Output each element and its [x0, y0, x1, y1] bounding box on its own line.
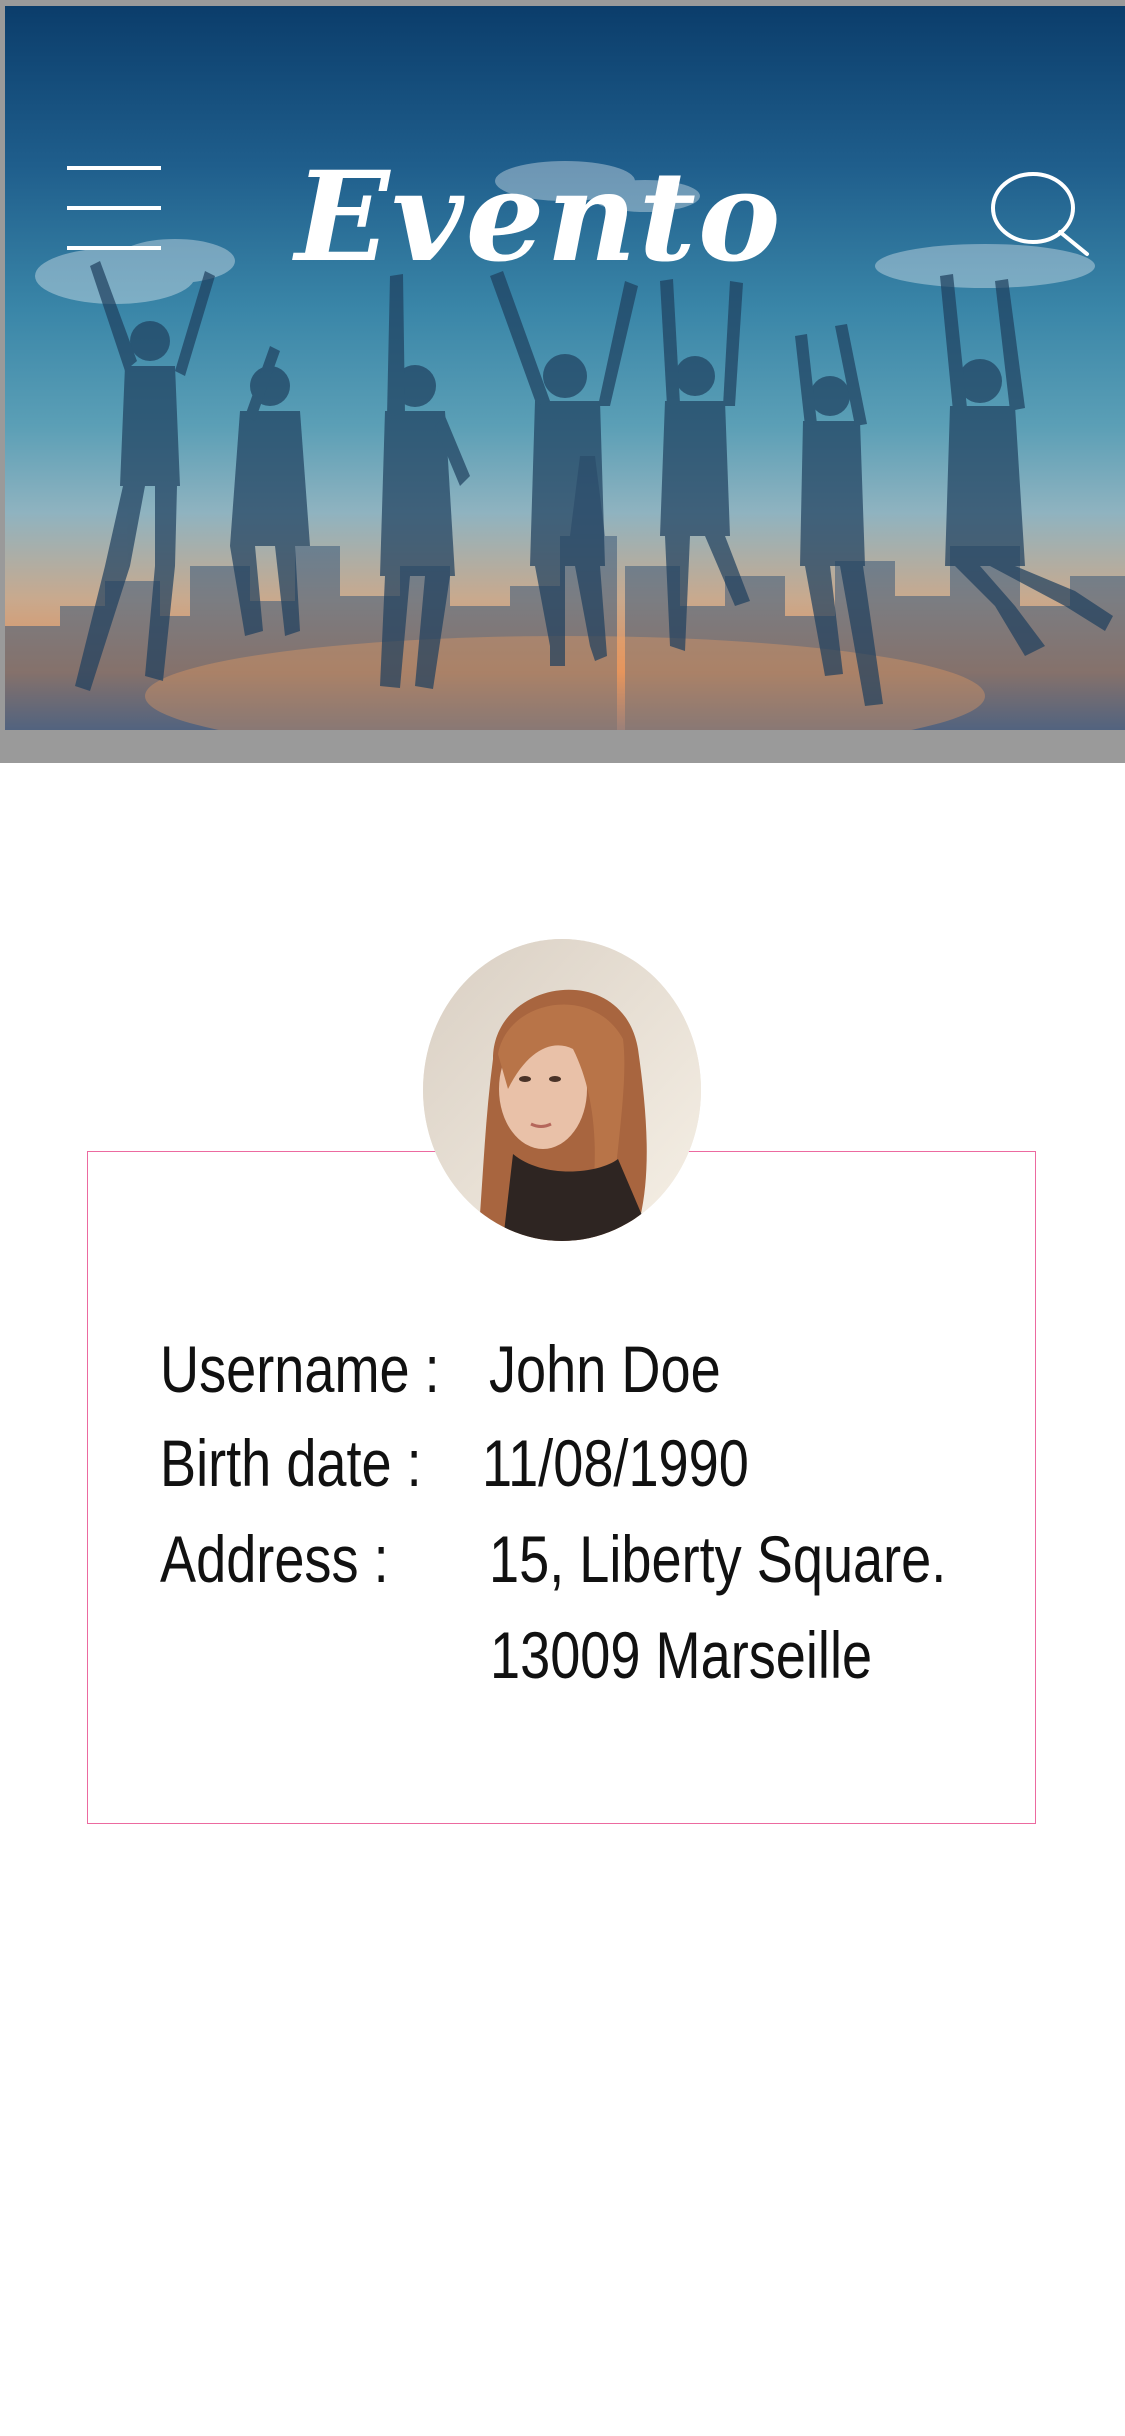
- address-line-1: 15, Liberty Square.: [489, 1522, 947, 1596]
- header-frame: Evento: [0, 0, 1125, 763]
- menu-button[interactable]: [67, 166, 165, 252]
- birth-date-value: 11/08/1990: [482, 1426, 749, 1500]
- search-button[interactable]: [990, 170, 1090, 260]
- search-icon: [991, 172, 1089, 256]
- user-avatar[interactable]: [423, 939, 701, 1241]
- profile-page: Evento Username: John Doe Birth date: …: [0, 0, 1125, 2436]
- hamburger-menu-icon: [67, 166, 161, 170]
- hero-illustration: [5, 161, 1125, 730]
- username-value: John Doe: [489, 1332, 721, 1406]
- hamburger-menu-icon-bottom-bar: [67, 246, 161, 250]
- birth-date-label: Birth date :: [160, 1426, 422, 1500]
- username-label: Username :: [160, 1332, 440, 1406]
- app-logo: Evento: [295, 145, 783, 290]
- address-label: Address :: [160, 1522, 389, 1596]
- avatar-photo: [423, 939, 701, 1241]
- address-line-2: 13009 Marseille: [490, 1618, 873, 1692]
- hamburger-menu-icon-middle-bar: [67, 206, 161, 210]
- hero-banner: Evento: [5, 6, 1125, 730]
